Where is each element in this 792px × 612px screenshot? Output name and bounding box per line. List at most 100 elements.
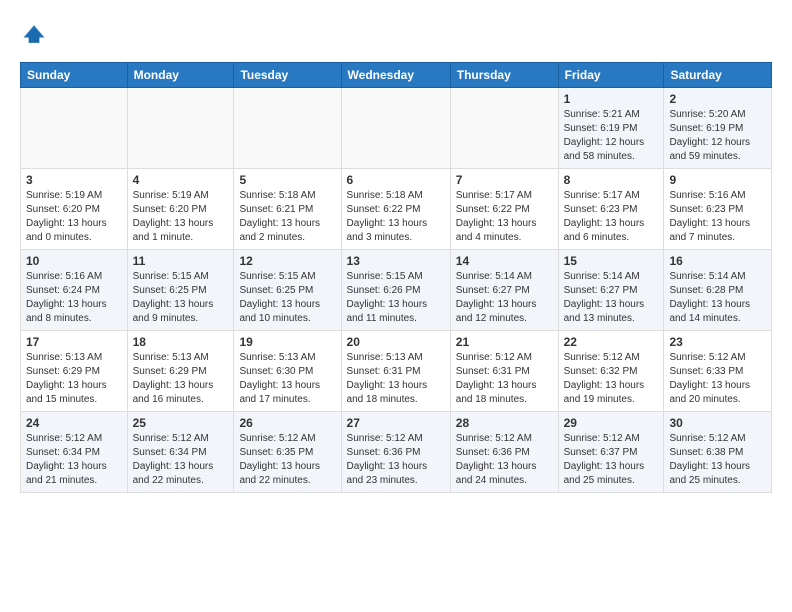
day-number: 29 xyxy=(564,416,659,430)
day-info: Sunrise: 5:13 AM Sunset: 6:30 PM Dayligh… xyxy=(239,351,335,407)
day-info: Sunrise: 5:18 AM Sunset: 6:21 PM Dayligh… xyxy=(239,189,335,245)
day-number: 4 xyxy=(133,173,229,187)
day-number: 23 xyxy=(669,335,766,349)
day-info: Sunrise: 5:21 AM Sunset: 6:19 PM Dayligh… xyxy=(564,108,659,164)
calendar-cell: 24 Sunrise: 5:12 AM Sunset: 6:34 PM Dayli… xyxy=(21,412,128,493)
calendar-cell: 29 Sunrise: 5:12 AM Sunset: 6:37 PM Dayli… xyxy=(558,412,664,493)
calendar-cell: 30 Sunrise: 5:12 AM Sunset: 6:38 PM Dayli… xyxy=(664,412,772,493)
calendar-cell xyxy=(127,88,234,169)
day-number: 21 xyxy=(456,335,553,349)
calendar-cell: 8 Sunrise: 5:17 AM Sunset: 6:23 PM Daylig… xyxy=(558,169,664,250)
page: SundayMondayTuesdayWednesdayThursdayFrid… xyxy=(0,0,792,508)
calendar-cell: 12 Sunrise: 5:15 AM Sunset: 6:25 PM Dayli… xyxy=(234,250,341,331)
day-number: 17 xyxy=(26,335,122,349)
day-number: 16 xyxy=(669,254,766,268)
day-info: Sunrise: 5:12 AM Sunset: 6:35 PM Dayligh… xyxy=(239,432,335,488)
day-number: 20 xyxy=(347,335,445,349)
day-number: 14 xyxy=(456,254,553,268)
day-info: Sunrise: 5:17 AM Sunset: 6:23 PM Dayligh… xyxy=(564,189,659,245)
day-info: Sunrise: 5:16 AM Sunset: 6:24 PM Dayligh… xyxy=(26,270,122,326)
day-info: Sunrise: 5:17 AM Sunset: 6:22 PM Dayligh… xyxy=(456,189,553,245)
day-number: 30 xyxy=(669,416,766,430)
day-info: Sunrise: 5:19 AM Sunset: 6:20 PM Dayligh… xyxy=(26,189,122,245)
day-number: 2 xyxy=(669,92,766,106)
day-number: 24 xyxy=(26,416,122,430)
week-row-2: 3Sunrise: 5:19 AM Sunset: 6:20 PM Daylig… xyxy=(21,169,772,250)
weekday-header-friday: Friday xyxy=(558,63,664,88)
weekday-header-tuesday: Tuesday xyxy=(234,63,341,88)
calendar-cell: 13 Sunrise: 5:15 AM Sunset: 6:26 PM Dayli… xyxy=(341,250,450,331)
day-info: Sunrise: 5:12 AM Sunset: 6:31 PM Dayligh… xyxy=(456,351,553,407)
calendar-cell: 26 Sunrise: 5:12 AM Sunset: 6:35 PM Dayli… xyxy=(234,412,341,493)
day-number: 1 xyxy=(564,92,659,106)
calendar-cell: 14 Sunrise: 5:14 AM Sunset: 6:27 PM Dayli… xyxy=(450,250,558,331)
calendar-cell xyxy=(450,88,558,169)
calendar-cell: 9Sunrise: 5:16 AM Sunset: 6:23 PM Daylig… xyxy=(664,169,772,250)
calendar-cell: 4Sunrise: 5:19 AM Sunset: 6:20 PM Daylig… xyxy=(127,169,234,250)
weekday-header-saturday: Saturday xyxy=(664,63,772,88)
calendar-table: SundayMondayTuesdayWednesdayThursdayFrid… xyxy=(20,62,772,493)
week-row-3: 10Sunrise: 5:16 AM Sunset: 6:24 PM Dayli… xyxy=(21,250,772,331)
day-number: 25 xyxy=(133,416,229,430)
weekday-header-wednesday: Wednesday xyxy=(341,63,450,88)
calendar-cell: 22 Sunrise: 5:12 AM Sunset: 6:32 PM Dayli… xyxy=(558,331,664,412)
day-number: 11 xyxy=(133,254,229,268)
calendar-cell: 1 Sunrise: 5:21 AM Sunset: 6:19 PM Daylig… xyxy=(558,88,664,169)
weekday-header-monday: Monday xyxy=(127,63,234,88)
day-info: Sunrise: 5:20 AM Sunset: 6:19 PM Dayligh… xyxy=(669,108,766,164)
day-info: Sunrise: 5:12 AM Sunset: 6:34 PM Dayligh… xyxy=(133,432,229,488)
day-info: Sunrise: 5:14 AM Sunset: 6:27 PM Dayligh… xyxy=(564,270,659,326)
week-row-1: 1 Sunrise: 5:21 AM Sunset: 6:19 PM Daylig… xyxy=(21,88,772,169)
day-number: 26 xyxy=(239,416,335,430)
calendar-cell xyxy=(21,88,128,169)
calendar-cell: 17 Sunrise: 5:13 AM Sunset: 6:29 PM Dayli… xyxy=(21,331,128,412)
day-number: 22 xyxy=(564,335,659,349)
calendar-cell: 23 Sunrise: 5:12 AM Sunset: 6:33 PM Dayli… xyxy=(664,331,772,412)
day-info: Sunrise: 5:15 AM Sunset: 6:25 PM Dayligh… xyxy=(239,270,335,326)
calendar-cell: 15Sunrise: 5:14 AM Sunset: 6:27 PM Dayli… xyxy=(558,250,664,331)
logo xyxy=(20,20,52,48)
calendar-cell: 27Sunrise: 5:12 AM Sunset: 6:36 PM Dayli… xyxy=(341,412,450,493)
day-info: Sunrise: 5:16 AM Sunset: 6:23 PM Dayligh… xyxy=(669,189,766,245)
calendar-cell: 2 Sunrise: 5:20 AM Sunset: 6:19 PM Daylig… xyxy=(664,88,772,169)
calendar-cell: 5 Sunrise: 5:18 AM Sunset: 6:21 PM Daylig… xyxy=(234,169,341,250)
day-info: Sunrise: 5:12 AM Sunset: 6:33 PM Dayligh… xyxy=(669,351,766,407)
day-info: Sunrise: 5:13 AM Sunset: 6:31 PM Dayligh… xyxy=(347,351,445,407)
day-info: Sunrise: 5:13 AM Sunset: 6:29 PM Dayligh… xyxy=(26,351,122,407)
calendar-cell: 6Sunrise: 5:18 AM Sunset: 6:22 PM Daylig… xyxy=(341,169,450,250)
calendar-cell: 11 Sunrise: 5:15 AM Sunset: 6:25 PM Dayli… xyxy=(127,250,234,331)
weekday-header-thursday: Thursday xyxy=(450,63,558,88)
calendar-cell: 7 Sunrise: 5:17 AM Sunset: 6:22 PM Daylig… xyxy=(450,169,558,250)
calendar-cell xyxy=(234,88,341,169)
calendar-cell: 21 Sunrise: 5:12 AM Sunset: 6:31 PM Dayli… xyxy=(450,331,558,412)
day-number: 19 xyxy=(239,335,335,349)
week-row-4: 17 Sunrise: 5:13 AM Sunset: 6:29 PM Dayli… xyxy=(21,331,772,412)
day-info: Sunrise: 5:12 AM Sunset: 6:37 PM Dayligh… xyxy=(564,432,659,488)
day-number: 18 xyxy=(133,335,229,349)
calendar-cell xyxy=(341,88,450,169)
day-number: 12 xyxy=(239,254,335,268)
day-info: Sunrise: 5:18 AM Sunset: 6:22 PM Dayligh… xyxy=(347,189,445,245)
logo-icon xyxy=(20,20,48,48)
calendar-cell: 25 Sunrise: 5:12 AM Sunset: 6:34 PM Dayli… xyxy=(127,412,234,493)
calendar-body: 1 Sunrise: 5:21 AM Sunset: 6:19 PM Daylig… xyxy=(21,88,772,493)
day-number: 8 xyxy=(564,173,659,187)
day-number: 7 xyxy=(456,173,553,187)
day-info: Sunrise: 5:15 AM Sunset: 6:26 PM Dayligh… xyxy=(347,270,445,326)
calendar-header-row: SundayMondayTuesdayWednesdayThursdayFrid… xyxy=(21,63,772,88)
day-number: 13 xyxy=(347,254,445,268)
calendar-cell: 19 Sunrise: 5:13 AM Sunset: 6:30 PM Dayli… xyxy=(234,331,341,412)
day-info: Sunrise: 5:12 AM Sunset: 6:32 PM Dayligh… xyxy=(564,351,659,407)
calendar-cell: 16 Sunrise: 5:14 AM Sunset: 6:28 PM Dayli… xyxy=(664,250,772,331)
day-number: 5 xyxy=(239,173,335,187)
day-info: Sunrise: 5:14 AM Sunset: 6:28 PM Dayligh… xyxy=(669,270,766,326)
calendar-cell: 20 Sunrise: 5:13 AM Sunset: 6:31 PM Dayli… xyxy=(341,331,450,412)
day-info: Sunrise: 5:12 AM Sunset: 6:36 PM Dayligh… xyxy=(456,432,553,488)
day-info: Sunrise: 5:12 AM Sunset: 6:36 PM Dayligh… xyxy=(347,432,445,488)
week-row-5: 24 Sunrise: 5:12 AM Sunset: 6:34 PM Dayli… xyxy=(21,412,772,493)
day-info: Sunrise: 5:12 AM Sunset: 6:34 PM Dayligh… xyxy=(26,432,122,488)
calendar-cell: 10Sunrise: 5:16 AM Sunset: 6:24 PM Dayli… xyxy=(21,250,128,331)
day-info: Sunrise: 5:15 AM Sunset: 6:25 PM Dayligh… xyxy=(133,270,229,326)
day-info: Sunrise: 5:14 AM Sunset: 6:27 PM Dayligh… xyxy=(456,270,553,326)
day-info: Sunrise: 5:12 AM Sunset: 6:38 PM Dayligh… xyxy=(669,432,766,488)
